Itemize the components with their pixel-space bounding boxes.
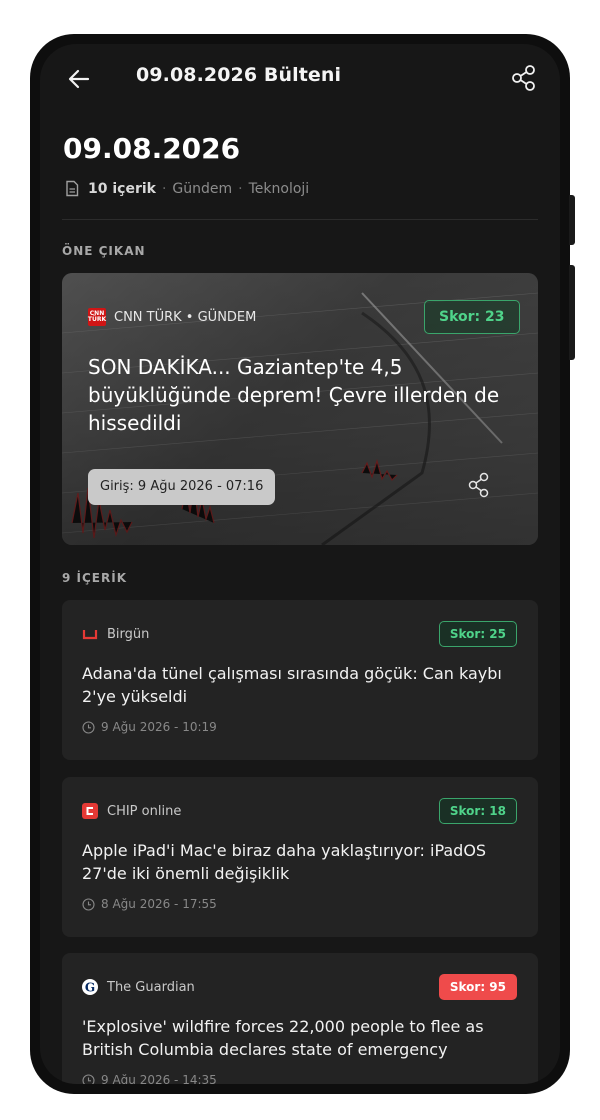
card-title: 'Explosive' wildfire forces 22,000 peopl… — [82, 1017, 484, 1059]
featured-source: CNN TÜRK CNN TÜRK • GÜNDEM — [88, 308, 256, 326]
content-count: 10 içerik — [88, 180, 156, 197]
score-badge: Skor: 95 — [438, 974, 517, 1000]
clock-icon — [82, 720, 95, 734]
chip-online-logo — [82, 803, 98, 819]
card-title: Adana'da tünel çalışması sırasında göçük… — [82, 664, 502, 706]
category-tag: Gündem — [172, 180, 233, 197]
card-timestamp: 9 Ağu 2026 - 14:35 — [82, 1073, 217, 1084]
svg-text:G: G — [85, 981, 95, 995]
clock-icon — [82, 1073, 95, 1084]
list-section-label: 9 İÇERİK — [62, 571, 127, 585]
volume-button — [569, 195, 575, 245]
card-source: G The Guardian — [82, 979, 195, 995]
card-time-label: 9 Ağu 2026 - 14:35 — [101, 1073, 217, 1084]
featured-share-button[interactable] — [466, 471, 492, 499]
share-icon — [512, 65, 535, 91]
featured-section-label: ÖNE ÇIKAN — [62, 244, 146, 258]
category-tag: Teknoloji — [248, 180, 310, 197]
featured-score-badge: Skor: 23 — [424, 300, 520, 334]
clock-icon — [82, 897, 95, 911]
featured-timestamp: Giriş: 9 Ağu 2026 - 07:16 — [88, 469, 276, 505]
app-screen: 09.08.2026 Bülteni 09.08.2026 10 içerik … — [40, 44, 560, 1084]
card-time-label: 8 Ağu 2026 - 17:55 — [101, 897, 217, 911]
card-source-label: Birgün — [107, 626, 150, 642]
share-button[interactable] — [508, 62, 540, 94]
birgun-logo — [82, 626, 98, 642]
score-badge: Skor: 18 — [438, 798, 517, 824]
score-badge: Skor: 25 — [438, 621, 517, 647]
page-title: 09.08.2026 Bülteni — [136, 64, 342, 86]
bulletin-meta: 10 içerik · Gündem · Teknoloji — [64, 180, 309, 197]
back-button[interactable] — [64, 64, 94, 94]
news-card[interactable]: CHIP online Skor: 18 Apple iPad'i Mac'e … — [62, 777, 538, 937]
card-timestamp: 9 Ağu 2026 - 10:19 — [82, 720, 217, 734]
power-button — [569, 265, 575, 360]
card-source-label: CHIP online — [107, 803, 182, 819]
document-icon — [66, 180, 79, 197]
guardian-logo: G — [82, 979, 98, 995]
card-source: Birgün — [82, 626, 149, 642]
card-timestamp: 8 Ağu 2026 - 17:55 — [82, 897, 217, 911]
featured-title: SON DAKİKA... Gaziantep'te 4,5 büyüklüğü… — [88, 355, 500, 435]
news-card[interactable]: Birgün Skor: 25 Adana'da tünel çalışması… — [62, 600, 538, 760]
cnn-turk-logo: CNN TÜRK — [88, 308, 106, 326]
top-bar: 09.08.2026 Bülteni — [40, 44, 560, 114]
featured-card[interactable]: CNN TÜRK CNN TÜRK • GÜNDEM Skor: 23 SON D… — [62, 273, 538, 545]
meta-separator: · — [161, 180, 167, 197]
card-source: CHIP online — [82, 803, 181, 819]
card-title: Apple iPad'i Mac'e biraz daha yaklaştırı… — [82, 841, 487, 883]
arrow-left-icon — [68, 69, 90, 89]
card-time-label: 9 Ağu 2026 - 10:19 — [101, 720, 217, 734]
card-source-label: The Guardian — [107, 979, 195, 995]
divider — [62, 219, 538, 220]
news-card[interactable]: G The Guardian Skor: 95 'Explosive' wild… — [62, 953, 538, 1084]
bulletin-date: 09.08.2026 — [63, 132, 241, 165]
share-icon — [468, 472, 489, 498]
meta-separator: · — [238, 180, 243, 197]
featured-source-label: CNN TÜRK • GÜNDEM — [114, 309, 257, 325]
